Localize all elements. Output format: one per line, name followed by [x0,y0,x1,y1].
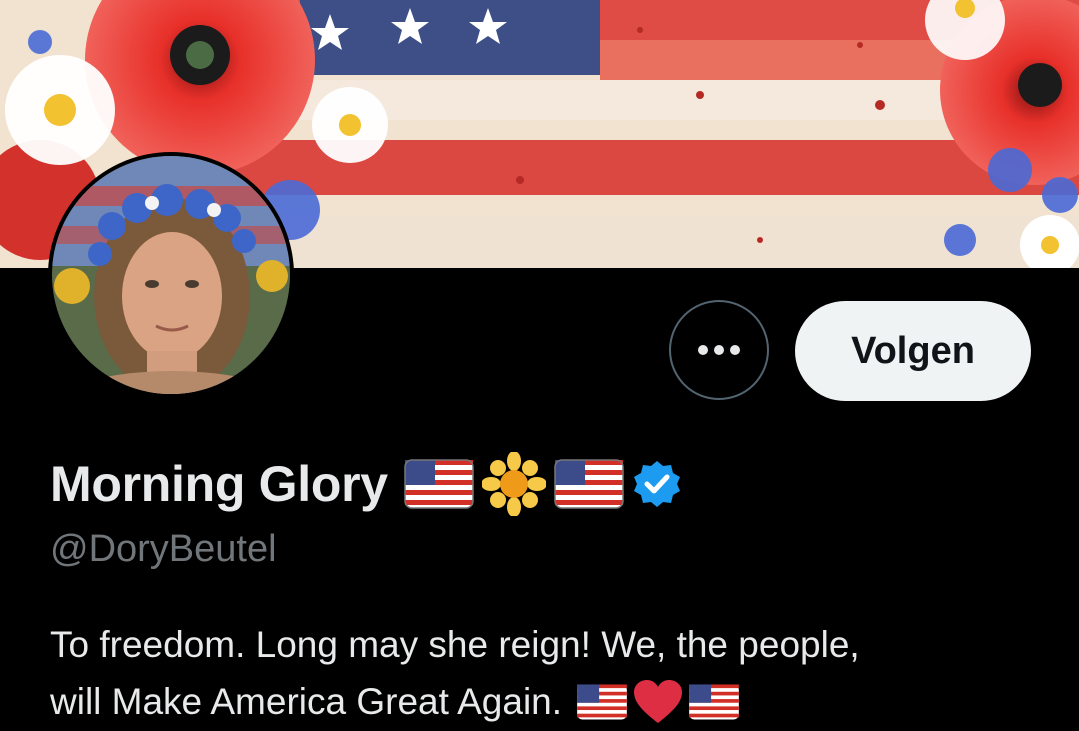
follow-button-label: Volgen [851,329,975,372]
verified-badge-icon[interactable] [632,459,682,509]
more-options-button[interactable] [669,300,769,400]
bio-emojis [576,679,740,725]
bio-line-text: will Make America Great Again. [50,681,563,722]
profile-bio: To freedom. Long may she reign! We, the … [50,616,1040,730]
display-name: Morning Glory [50,456,388,512]
us-flag-icon [554,459,624,509]
profile-handle: @DoryBeutel [50,528,277,570]
blossom-icon [481,452,546,516]
bio-line: To freedom. Long may she reign! We, the … [50,624,860,665]
us-flag-icon [689,683,739,720]
red-heart-icon [634,679,683,723]
more-dots-icon [698,345,740,355]
us-flag-icon [404,459,474,509]
profile-name-row: Morning Glory [50,446,682,522]
name-emojis [404,452,682,516]
us-flag-icon [577,683,627,720]
follow-button[interactable]: Volgen [795,301,1031,401]
bio-line-2: will Make America Great Again. [50,673,1040,730]
avatar[interactable] [48,152,294,398]
